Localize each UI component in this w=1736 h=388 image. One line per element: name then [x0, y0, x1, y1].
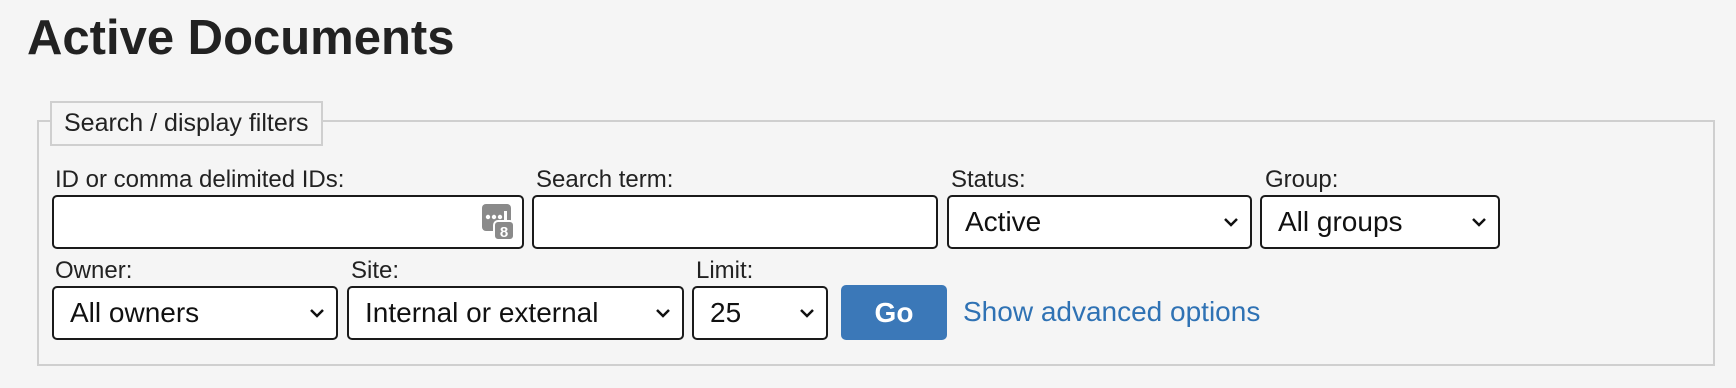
- owner-select[interactable]: All owners: [52, 286, 338, 340]
- owner-label: Owner:: [55, 257, 133, 284]
- status-select[interactable]: Active: [947, 195, 1252, 249]
- limit-label: Limit:: [696, 257, 754, 284]
- group-select[interactable]: All groups: [1260, 195, 1500, 249]
- limit-select[interactable]: 25: [692, 286, 828, 340]
- chevron-down-icon: [310, 309, 324, 318]
- go-button[interactable]: Go: [841, 285, 947, 340]
- search-term-label: Search term:: [536, 166, 674, 193]
- owner-select-value: All owners: [70, 297, 200, 328]
- chevron-down-icon: [656, 309, 670, 318]
- show-advanced-options-link[interactable]: Show advanced options: [963, 296, 1260, 328]
- limit-select-value: 25: [710, 297, 742, 328]
- password-manager-keypad-icon[interactable]: 8: [482, 204, 514, 240]
- status-label: Status:: [951, 166, 1026, 193]
- status-select-value: Active: [965, 206, 1042, 237]
- ids-label: ID or comma delimited IDs:: [55, 166, 345, 193]
- chevron-down-icon: [800, 309, 814, 318]
- group-select-value: All groups: [1278, 206, 1403, 237]
- site-select-value: Internal or external: [365, 297, 599, 328]
- svg-text:8: 8: [500, 224, 508, 240]
- group-label: Group:: [1265, 166, 1339, 193]
- search-term-input[interactable]: [532, 195, 938, 249]
- site-select[interactable]: Internal or external: [347, 286, 684, 340]
- chevron-down-icon: [1224, 218, 1238, 227]
- page-title: Active Documents: [27, 11, 455, 65]
- filters-legend: Search / display filters: [50, 101, 323, 146]
- chevron-down-icon: [1472, 218, 1486, 227]
- site-label: Site:: [351, 257, 400, 284]
- ids-input[interactable]: 8: [52, 195, 524, 249]
